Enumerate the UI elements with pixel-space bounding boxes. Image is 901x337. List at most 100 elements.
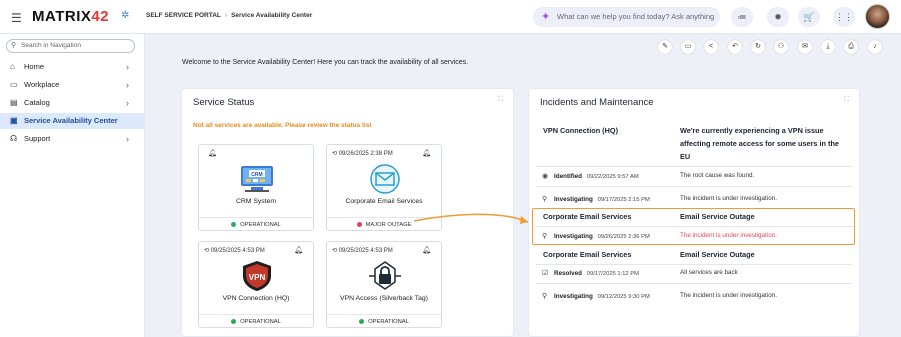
logo[interactable]: MATRIX42 [32, 8, 109, 25]
status-label: OPERATIONAL [240, 319, 281, 325]
share-icon[interactable]: < [704, 40, 718, 54]
entry-message: The incident is under investigation. [680, 292, 777, 299]
lock-network-icon [369, 261, 401, 290]
entry-message: The root cause was found. [680, 172, 755, 179]
incident-entry: ⚲ Investigating 09/26/2025 2:36 PM [542, 232, 650, 240]
sidebar-item-label: Support [24, 134, 51, 143]
status-badge: OPERATIONAL [199, 217, 313, 231]
service-date: ⟲ 09/26/2025 2:38 PM [332, 151, 393, 157]
headset-icon: ☊ [10, 134, 18, 143]
sidebar-item-workplace[interactable]: ▭ Workplace › [0, 77, 144, 93]
entry-message: The incident is under investigation. [680, 232, 777, 239]
crm-icon: CRM [241, 166, 273, 192]
pin-icon[interactable]: ✲ [121, 10, 129, 21]
service-tile-email[interactable]: ⟲ 09/26/2025 2:38 PM 🔔︎ Corporate Email … [326, 144, 442, 231]
service-name: CRM System [235, 198, 277, 205]
search-icon: ⚲ [542, 196, 548, 203]
divider [536, 186, 852, 187]
avatar[interactable] [865, 4, 890, 29]
nav-search-placeholder: Search in Navigation [21, 42, 81, 49]
sparkle-icon: ✦ [541, 11, 551, 23]
sidebar-item-label: Catalog [24, 98, 50, 107]
service-name: VPN Access (Silverback Tag) [340, 295, 428, 302]
incident-summary: Email Service Outage [680, 250, 755, 259]
menu-icon[interactable]: ☰ [11, 11, 22, 25]
expand-icon[interactable]: ⛶ [844, 96, 849, 104]
sidebar-item-service-availability-center[interactable]: ▣ Service Availability Center [0, 113, 144, 129]
refresh-icon[interactable]: ↻ [751, 40, 765, 54]
cart-icon[interactable]: 🛒 [798, 7, 820, 27]
breadcrumb: SELF SERVICE PORTAL › Service Availability… [146, 12, 312, 19]
laptop-icon: ▭ [10, 80, 18, 89]
incident-service: VPN Connection (HQ) [543, 126, 618, 135]
sidebar-item-label: Service Availability Center [24, 116, 118, 125]
incident-service: Corporate Email Services [543, 250, 632, 259]
identified-icon: ◉ [542, 173, 549, 180]
entry-date: 09/26/2025 2:36 PM [597, 234, 650, 240]
service-date: ⟲ 09/25/2025 4:53 PM [204, 248, 265, 254]
undo-icon[interactable]: ↶ [728, 40, 742, 54]
users-icon[interactable]: ⚇ [774, 40, 788, 54]
bug-icon[interactable]: ✹ [767, 7, 789, 27]
incident-summary: We're currently experiencing a VPN issue… [680, 126, 839, 161]
incident-entry: ◉ Identified 09/22/2025 9:57 AM [542, 172, 639, 180]
service-tile-crm[interactable]: 🔔︎ CRM CRM System OPERATIONAL [198, 144, 314, 231]
mail-icon[interactable]: ✉ [798, 40, 812, 54]
incident-entry: ⚲ Investigating 09/17/2025 2:15 PM [542, 195, 650, 203]
entry-state: Investigating [554, 196, 593, 203]
edit-icon[interactable]: ✎ [658, 40, 672, 54]
service-date: ⟲ 09/25/2025 4:53 PM [332, 248, 393, 254]
entry-message: All services are back [680, 269, 738, 276]
divider [536, 283, 852, 284]
service-status-title: Service Status [193, 97, 255, 108]
service-tile-vpn-access[interactable]: ⟲ 09/25/2025 4:53 PM 🔔︎ VPN Access (Silv… [326, 241, 442, 328]
chevron-right-icon: › [126, 80, 129, 90]
ask-search-input[interactable]: ✦ What can we help you find today? Ask a… [533, 7, 720, 27]
bell-icon[interactable]: ♪ [868, 40, 882, 54]
breadcrumb-current: Service Availability Center [231, 12, 313, 19]
resolved-check-icon: ☑ [542, 270, 549, 277]
bell-icon[interactable]: 🔔︎ [208, 149, 217, 157]
status-badge: MAJOR OUTAGE [327, 217, 441, 231]
expand-icon[interactable]: ⛶ [498, 96, 503, 104]
sidebar-item-support[interactable]: ☊ Support › [0, 131, 144, 147]
service-name: Corporate Email Services [345, 198, 423, 205]
sidebar-item-catalog[interactable]: ▤ Catalog › [0, 95, 144, 111]
breadcrumb-separator-icon: › [224, 12, 228, 19]
print-icon[interactable]: ⎙ [844, 40, 858, 54]
service-tile-vpn-connection[interactable]: ⟲ 09/25/2025 4:53 PM 🔔︎ VPN VPN Connecti… [198, 241, 314, 328]
bell-icon[interactable]: 🔔︎ [422, 246, 431, 254]
breadcrumb-portal[interactable]: SELF SERVICE PORTAL [146, 12, 221, 19]
bell-filled-icon[interactable]: 🔔︎ [294, 246, 303, 254]
service-date-value: 09/26/2025 2:38 PM [338, 151, 393, 157]
status-dot [231, 318, 237, 324]
entry-state: Resolved [554, 270, 582, 277]
bell-icon[interactable]: 🔔︎ [422, 149, 431, 157]
chevron-right-icon: › [126, 98, 129, 108]
nav-search-input[interactable]: ⚲ Search in Navigation [6, 39, 135, 53]
status-badge: OPERATIONAL [327, 314, 441, 328]
chevron-right-icon: › [126, 134, 129, 144]
tasks-icon[interactable]: ≔ [731, 7, 753, 27]
service-date-value: 09/25/2025 4:53 PM [338, 248, 393, 254]
status-chart-icon: ▣ [10, 116, 18, 125]
status-dot [231, 221, 237, 227]
entry-date: 09/22/2025 9:57 AM [586, 174, 639, 180]
incident-service: Corporate Email Services [543, 212, 632, 221]
entry-state: Investigating [554, 233, 593, 240]
divider [534, 226, 854, 227]
sidebar-item-home[interactable]: ⌂ Home › [0, 59, 144, 75]
download-icon[interactable]: ⤓ [821, 40, 835, 54]
apps-grid-icon[interactable]: ⋮⋮ [833, 7, 855, 27]
status-dot [359, 318, 365, 324]
sidebar-item-label: Workplace [24, 80, 60, 89]
status-dot [356, 221, 362, 227]
top-bar: ☰ MATRIX42 ✲ SELF SERVICE PORTAL › Service… [0, 0, 901, 34]
incident-summary: Email Service Outage [680, 212, 755, 221]
status-label: MAJOR OUTAGE [365, 222, 412, 228]
status-badge: OPERATIONAL [199, 314, 313, 328]
search-icon: ⚲ [542, 233, 548, 240]
present-icon[interactable]: ▭ [681, 40, 695, 54]
status-label: OPERATIONAL [240, 222, 281, 228]
incidents-title: Incidents and Maintenance [540, 97, 654, 108]
